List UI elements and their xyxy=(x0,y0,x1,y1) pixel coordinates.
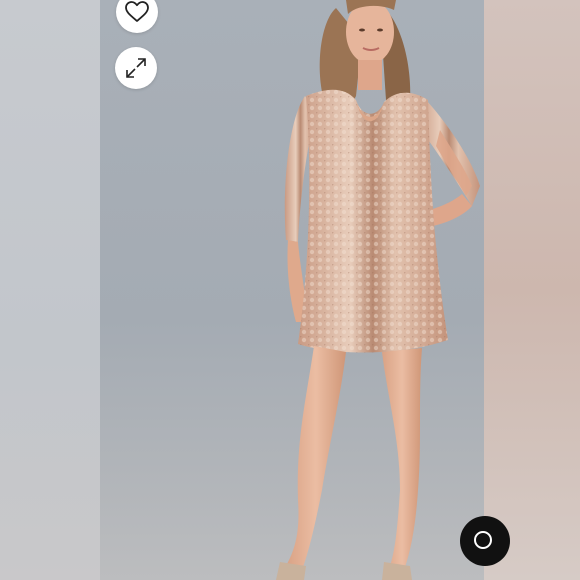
model-in-sequin-dress-image xyxy=(276,0,480,580)
expand-arrows-icon xyxy=(126,58,146,78)
right-shoe xyxy=(382,562,412,580)
right-backdrop xyxy=(484,0,580,580)
heart-icon xyxy=(125,1,149,22)
circle-button-icon xyxy=(474,531,492,549)
overlay-action-button[interactable] xyxy=(460,516,510,566)
product-image-viewer xyxy=(0,0,580,580)
left-leg xyxy=(286,346,346,570)
left-backdrop xyxy=(0,0,100,580)
right-leg xyxy=(382,348,422,570)
product-photo[interactable] xyxy=(100,0,484,580)
expand-button[interactable] xyxy=(115,47,157,89)
